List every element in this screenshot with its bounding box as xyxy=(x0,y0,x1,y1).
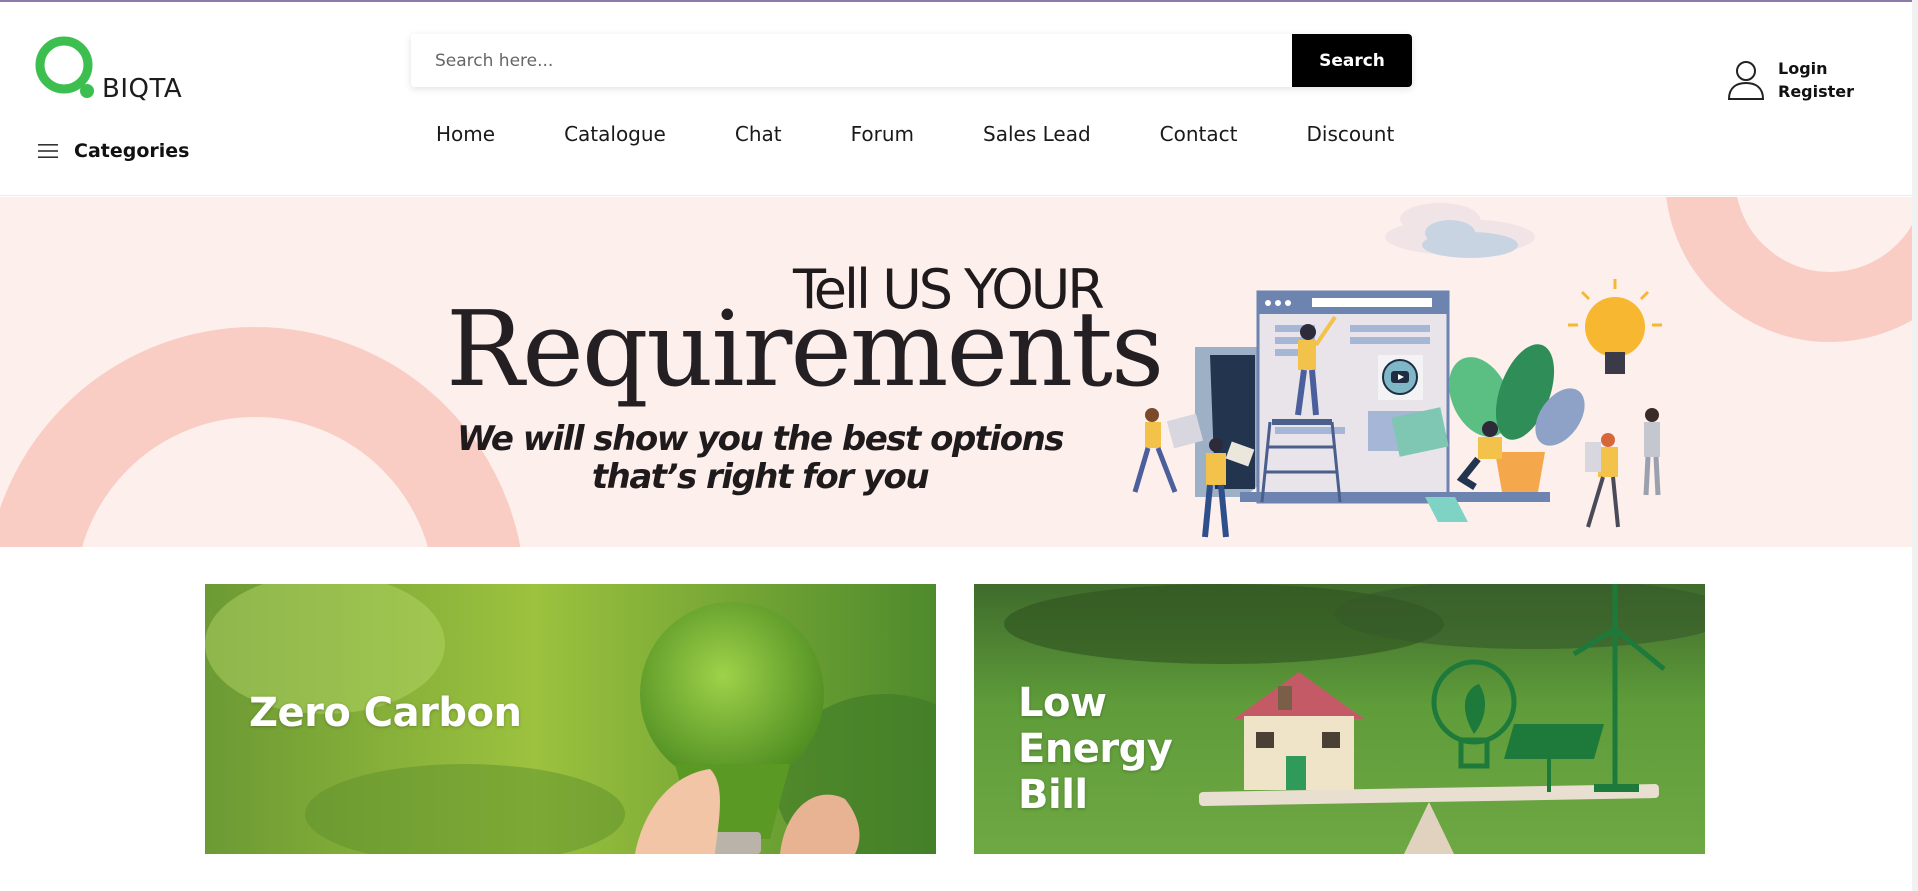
register-link[interactable]: Register xyxy=(1778,82,1854,101)
search-button[interactable]: Search xyxy=(1292,34,1412,87)
site-header: BIQTA Categories Search Home Catalogue C… xyxy=(0,2,1912,196)
nav-chat[interactable]: Chat xyxy=(735,122,782,146)
hero-subtitle: We will show you the best options that’s… xyxy=(456,419,1065,497)
search-bar: Search xyxy=(411,34,1412,87)
search-input[interactable] xyxy=(411,34,1292,87)
promo-label-zero-carbon: Zero Carbon xyxy=(249,690,522,736)
login-link[interactable]: Login xyxy=(1778,59,1854,78)
nav-catalogue[interactable]: Catalogue xyxy=(564,122,666,146)
nav-contact[interactable]: Contact xyxy=(1160,122,1238,146)
nav-discount[interactable]: Discount xyxy=(1306,122,1394,146)
promo-card-zero-carbon[interactable]: Zero Carbon xyxy=(205,584,936,854)
website-illustration xyxy=(1132,279,1662,538)
nav-forum[interactable]: Forum xyxy=(851,122,914,146)
categories-toggle[interactable]: Categories xyxy=(38,140,189,162)
scrollbar-track[interactable] xyxy=(1912,0,1918,891)
categories-label: Categories xyxy=(74,140,190,162)
promo-label-low-energy-bill: Low Energy Bill xyxy=(1018,680,1173,818)
main-nav: Home Catalogue Chat Forum Sales Lead Con… xyxy=(436,122,1463,146)
nav-sales-lead[interactable]: Sales Lead xyxy=(983,122,1091,146)
account-area: Login Register xyxy=(1726,59,1854,101)
user-icon[interactable] xyxy=(1726,59,1766,101)
brand-name: BIQTA xyxy=(102,74,183,104)
nav-home[interactable]: Home xyxy=(436,122,495,146)
promo-card-low-energy-bill[interactable]: Low Energy Bill xyxy=(974,584,1705,854)
hamburger-menu-icon xyxy=(38,144,58,158)
hero-heading-large: Requirements xyxy=(446,288,1164,410)
